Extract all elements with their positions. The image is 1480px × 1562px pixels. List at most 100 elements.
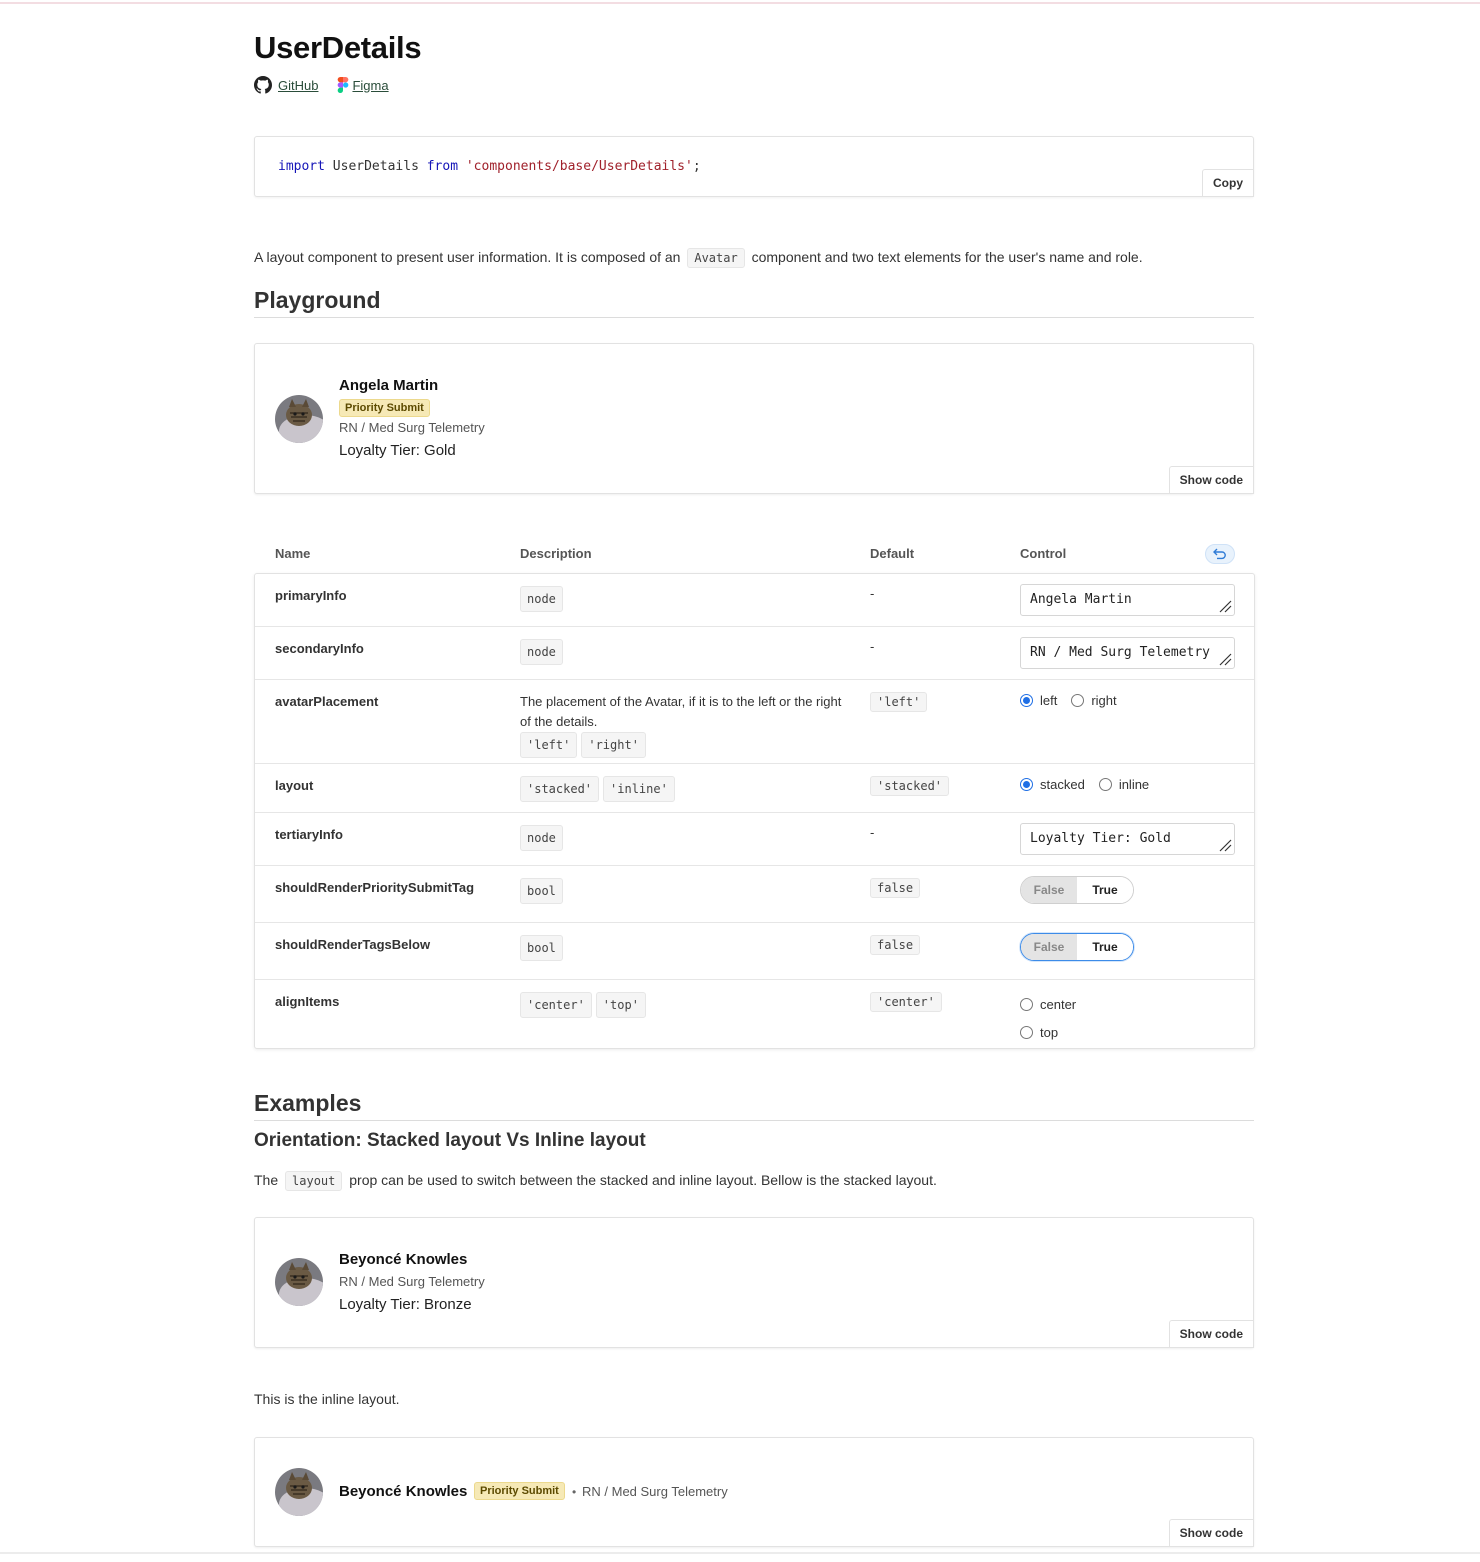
show-code-button[interactable]: Show code [1168, 1519, 1254, 1547]
user-tertiary-info: Loyalty Tier: Gold [339, 442, 456, 459]
avatarplacement-radio-group: left right [1020, 690, 1131, 710]
import-statement: import UserDetails from 'components/base… [278, 159, 701, 174]
type-chip: node [520, 639, 563, 665]
page-title: UserDetails [254, 30, 422, 65]
toggle-false-option[interactable]: False [1021, 877, 1077, 903]
layout-explanation: The layout prop can be used to switch be… [254, 1171, 937, 1191]
radio-inline[interactable]: inline [1098, 777, 1149, 792]
separator-dot: • [572, 1485, 577, 1499]
header-description: Description [520, 546, 592, 561]
orientation-subheading: Orientation: Stacked layout Vs Inline la… [254, 1130, 646, 1151]
undo-icon [1213, 548, 1226, 560]
toggle-true-option[interactable]: True [1077, 934, 1133, 960]
type-chip: 'left' [520, 732, 578, 758]
divider [254, 317, 1254, 318]
github-icon [254, 76, 272, 94]
tertiaryinfo-textarea[interactable]: Loyalty Tier: Gold [1020, 823, 1235, 855]
radio-center[interactable]: center [1020, 990, 1076, 1018]
prop-control: False True [1020, 876, 1134, 904]
table-row: tertiaryInfo node - Loyalty Tier: Gold [255, 813, 1254, 866]
header-control: Control [1020, 546, 1067, 561]
avatar [275, 1468, 323, 1516]
avatar [275, 395, 323, 443]
divider [254, 1120, 1254, 1121]
reset-controls-button[interactable] [1205, 544, 1235, 564]
prop-description: 'stacked''inline' [520, 776, 850, 802]
type-chip: 'right' [581, 732, 646, 758]
resize-grip-icon[interactable] [1218, 652, 1232, 666]
component-description: A layout component to present user infor… [254, 248, 1143, 268]
prop-control: center top [1020, 990, 1090, 1046]
prop-default: false [870, 878, 921, 898]
prop-control: False True [1020, 933, 1134, 961]
primaryinfo-textarea[interactable]: Angela Martin [1020, 584, 1235, 616]
secondaryinfo-textarea[interactable]: RN / Med Surg Telemetry [1020, 637, 1235, 669]
prop-name: avatarPlacement [275, 694, 379, 709]
stacked-layout-preview: Beyoncé Knowles RN / Med Surg Telemetry … [254, 1217, 1254, 1348]
radio-left[interactable]: left [1020, 693, 1057, 708]
avatar-code-chip: Avatar [687, 248, 745, 268]
table-row: shouldRenderPrioritySubmitTag bool false… [255, 866, 1254, 923]
prop-description: node [520, 586, 850, 612]
tags-below-toggle: False True [1020, 933, 1134, 961]
user-primary-name: Beyoncé Knowles [339, 1483, 468, 1500]
prop-default: - [870, 825, 875, 840]
prop-name: tertiaryInfo [275, 827, 343, 842]
prop-default: 'left' [870, 692, 928, 712]
user-primary-name: Angela Martin [339, 377, 439, 394]
figma-link[interactable]: Figma [352, 78, 388, 93]
toggle-false-option[interactable]: False [1021, 934, 1077, 960]
resize-grip-icon[interactable] [1218, 599, 1232, 613]
type-chip: bool [520, 935, 563, 961]
toggle-true-option[interactable]: True [1077, 877, 1133, 903]
prop-description: bool [520, 878, 850, 904]
radio-stacked[interactable]: stacked [1020, 777, 1085, 792]
props-table-header: Name Description Default Control [254, 544, 1254, 566]
import-code-block: import UserDetails from 'components/base… [254, 136, 1254, 197]
type-chip: 'stacked' [520, 776, 600, 802]
resize-grip-icon[interactable] [1218, 838, 1232, 852]
copy-button[interactable]: Copy [1202, 169, 1254, 197]
table-row: primaryInfo node - Angela Martin [255, 574, 1254, 627]
playground-heading: Playground [254, 287, 381, 313]
prop-name: layout [275, 778, 314, 793]
cat-photo-avatar [275, 1468, 323, 1516]
layout-code-chip: layout [285, 1171, 343, 1191]
user-secondary-info: RN / Med Surg Telemetry [339, 420, 485, 435]
prop-default: - [870, 639, 875, 654]
prop-control: left right [1020, 690, 1131, 710]
top-accent-line [0, 2, 1480, 4]
show-code-button[interactable]: Show code [1168, 466, 1254, 494]
prop-name: secondaryInfo [275, 641, 364, 656]
user-secondary-info: RN / Med Surg Telemetry [339, 1274, 485, 1289]
prop-control: RN / Med Surg Telemetry [1020, 637, 1235, 669]
prop-control: Angela Martin [1020, 584, 1235, 616]
cat-photo-avatar [275, 1258, 323, 1306]
github-link[interactable]: GitHub [278, 78, 318, 93]
playground-preview: Angela Martin Priority Submit RN / Med S… [254, 343, 1254, 494]
table-row: secondaryInfo node - RN / Med Surg Telem… [255, 627, 1254, 680]
type-chip: 'inline' [603, 776, 675, 802]
user-primary-name: Beyoncé Knowles [339, 1251, 468, 1268]
user-tertiary-info: Loyalty Tier: Bronze [339, 1296, 472, 1313]
resource-links: GitHub Figma [254, 76, 389, 94]
inline-layout-preview: Beyoncé Knowles Priority Submit • RN / M… [254, 1437, 1254, 1547]
radio-top[interactable]: top [1020, 1018, 1058, 1046]
examples-heading: Examples [254, 1090, 362, 1116]
radio-right[interactable]: right [1071, 693, 1117, 708]
avatar [275, 1258, 323, 1306]
show-code-button[interactable]: Show code [1168, 1320, 1254, 1348]
figma-icon [338, 77, 349, 93]
prop-description-text: The placement of the Avatar, if it is to… [520, 694, 842, 729]
prop-control: Loyalty Tier: Gold [1020, 823, 1235, 855]
table-row: avatarPlacement The placement of the Ava… [255, 680, 1254, 764]
prop-description: node [520, 825, 850, 851]
prop-default: - [870, 586, 875, 601]
prop-name: shouldRenderTagsBelow [275, 937, 431, 952]
prop-default: 'center' [870, 992, 942, 1012]
inline-layout-note: This is the inline layout. [254, 1391, 400, 1407]
priority-submit-toggle: False True [1020, 876, 1134, 904]
header-name: Name [275, 546, 311, 561]
props-table: primaryInfo node - Angela Martin seconda… [254, 573, 1255, 1049]
alignitems-radio-group: center top [1020, 990, 1090, 1046]
